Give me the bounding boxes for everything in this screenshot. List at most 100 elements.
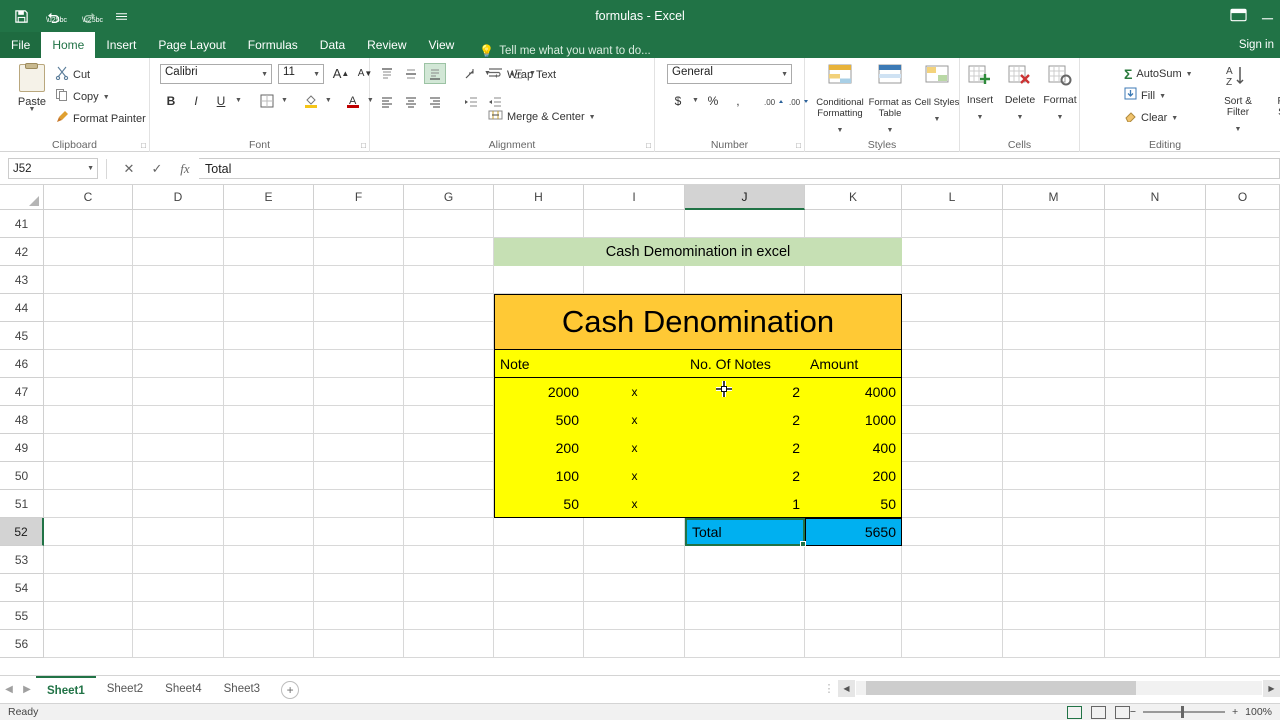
grid-cell[interactable] bbox=[494, 602, 584, 630]
row-header-44[interactable]: 44 bbox=[0, 294, 44, 322]
grid-cell[interactable] bbox=[44, 266, 133, 294]
font-dialog-launcher[interactable]: □ bbox=[361, 141, 366, 150]
grid-cell[interactable] bbox=[314, 378, 404, 406]
grid-cell[interactable] bbox=[584, 546, 685, 574]
scroll-track[interactable] bbox=[856, 681, 1262, 695]
grid-cell[interactable] bbox=[133, 406, 224, 434]
tab-formulas[interactable]: Formulas bbox=[237, 32, 309, 58]
zoom-in-button[interactable]: + bbox=[1232, 706, 1238, 718]
grid-cell[interactable] bbox=[1105, 322, 1206, 350]
grid-cell[interactable] bbox=[314, 546, 404, 574]
zoom-slider-thumb[interactable] bbox=[1181, 706, 1184, 718]
grid-cell[interactable] bbox=[902, 518, 1003, 546]
grid-cell[interactable] bbox=[224, 266, 314, 294]
grid-cell[interactable] bbox=[902, 630, 1003, 658]
grid-cell[interactable] bbox=[902, 490, 1003, 518]
grid-cell[interactable] bbox=[902, 210, 1003, 238]
column-header-C[interactable]: C bbox=[44, 185, 133, 210]
cut-button[interactable]: Cut bbox=[55, 64, 146, 86]
row-header-56[interactable]: 56 bbox=[0, 630, 44, 658]
clear-button[interactable]: Clear ▼ bbox=[1124, 107, 1193, 129]
grid-cell[interactable] bbox=[404, 266, 494, 294]
grid-cell[interactable] bbox=[314, 406, 404, 434]
grid-cell[interactable] bbox=[404, 602, 494, 630]
row-header-55[interactable]: 55 bbox=[0, 602, 44, 630]
fill-color-button[interactable] bbox=[300, 90, 322, 111]
chevron-down-icon[interactable]: ▼ bbox=[781, 71, 788, 78]
grid-cell[interactable] bbox=[1206, 378, 1280, 406]
grid-cell[interactable] bbox=[224, 518, 314, 546]
column-header-I[interactable]: I bbox=[584, 185, 685, 210]
ribbon-display-options-icon[interactable] bbox=[1230, 8, 1247, 25]
multiplier-row-5[interactable]: x bbox=[584, 490, 685, 518]
find-select-button[interactable]: Find & Select ▼ bbox=[1266, 63, 1280, 136]
grid-cell[interactable] bbox=[1105, 294, 1206, 322]
fill-handle[interactable] bbox=[800, 541, 806, 547]
scroll-right-button[interactable]: ▶ bbox=[1263, 679, 1280, 697]
delete-cells-button[interactable]: Delete ▼ bbox=[1000, 64, 1040, 124]
grid-cell[interactable] bbox=[133, 266, 224, 294]
grid-cell[interactable] bbox=[404, 462, 494, 490]
tab-view[interactable]: View bbox=[418, 32, 466, 58]
select-all-corner[interactable] bbox=[0, 185, 44, 210]
column-header-H[interactable]: H bbox=[494, 185, 584, 210]
grid-cell[interactable] bbox=[1003, 434, 1105, 462]
clipboard-dialog-launcher[interactable]: □ bbox=[141, 141, 146, 150]
grid-cell[interactable] bbox=[1003, 490, 1105, 518]
grid-cell[interactable] bbox=[314, 462, 404, 490]
grid-cell[interactable] bbox=[404, 378, 494, 406]
formula-input[interactable]: Total bbox=[199, 158, 1280, 179]
font-color-button[interactable]: A bbox=[342, 90, 364, 111]
grid-cell[interactable] bbox=[1206, 266, 1280, 294]
font-size-combo[interactable]: 11 ▼ bbox=[278, 64, 324, 84]
align-bottom-icon[interactable] bbox=[424, 63, 446, 84]
minimize-icon[interactable] bbox=[1261, 9, 1274, 24]
grid-cell[interactable] bbox=[133, 462, 224, 490]
previous-sheet-icon[interactable]: ◀ bbox=[0, 684, 18, 695]
grid-cell[interactable] bbox=[404, 574, 494, 602]
grid-cell[interactable] bbox=[224, 378, 314, 406]
align-center-icon[interactable] bbox=[400, 91, 422, 112]
grid-cell[interactable] bbox=[685, 546, 805, 574]
notes-count-row-1[interactable]: 2 bbox=[685, 378, 805, 406]
grid-cell[interactable] bbox=[133, 322, 224, 350]
grid-cell[interactable] bbox=[584, 518, 685, 546]
grid-cell[interactable] bbox=[404, 546, 494, 574]
grid-cell[interactable] bbox=[685, 574, 805, 602]
grid-cell[interactable] bbox=[1003, 378, 1105, 406]
row-header-45[interactable]: 45 bbox=[0, 322, 44, 350]
column-header-J[interactable]: J bbox=[685, 185, 805, 210]
grid-cell[interactable] bbox=[1003, 322, 1105, 350]
notes-count-row-4[interactable]: 2 bbox=[685, 462, 805, 490]
grid-cell[interactable] bbox=[404, 210, 494, 238]
comma-button[interactable]: , bbox=[727, 90, 749, 111]
grid-cell[interactable] bbox=[1206, 210, 1280, 238]
column-header-K[interactable]: K bbox=[805, 185, 902, 210]
wrap-text-button[interactable]: Wrap Text bbox=[488, 64, 596, 86]
grid-cell[interactable] bbox=[133, 350, 224, 378]
grid-cell[interactable] bbox=[1105, 462, 1206, 490]
grid-cell[interactable] bbox=[314, 630, 404, 658]
paste-button[interactable]: Paste ▼ bbox=[8, 62, 56, 113]
increase-font-size-button[interactable]: A ▲ bbox=[330, 63, 352, 84]
column-header-F[interactable]: F bbox=[314, 185, 404, 210]
grid-cell[interactable] bbox=[902, 238, 1003, 266]
number-dialog-launcher[interactable]: □ bbox=[796, 141, 801, 150]
grid-cell[interactable] bbox=[494, 546, 584, 574]
table-title-cell[interactable]: Cash Denomination bbox=[494, 294, 902, 350]
row-header-51[interactable]: 51 bbox=[0, 490, 44, 518]
alignment-dialog-launcher[interactable]: □ bbox=[646, 141, 651, 150]
grid-cell[interactable] bbox=[902, 350, 1003, 378]
row-header-47[interactable]: 47 bbox=[0, 378, 44, 406]
grid-cell[interactable] bbox=[44, 518, 133, 546]
row-header-53[interactable]: 53 bbox=[0, 546, 44, 574]
header-no-of-notes[interactable]: No. Of Notes bbox=[685, 350, 805, 378]
grid-cell[interactable] bbox=[685, 266, 805, 294]
grid-cell[interactable] bbox=[494, 518, 584, 546]
grid-cell[interactable] bbox=[902, 294, 1003, 322]
column-header-N[interactable]: N bbox=[1105, 185, 1206, 210]
grid-cell[interactable] bbox=[1206, 294, 1280, 322]
insert-cells-button[interactable]: Insert ▼ bbox=[960, 64, 1000, 124]
normal-view-icon[interactable] bbox=[1067, 705, 1082, 719]
align-middle-icon[interactable] bbox=[400, 63, 422, 84]
